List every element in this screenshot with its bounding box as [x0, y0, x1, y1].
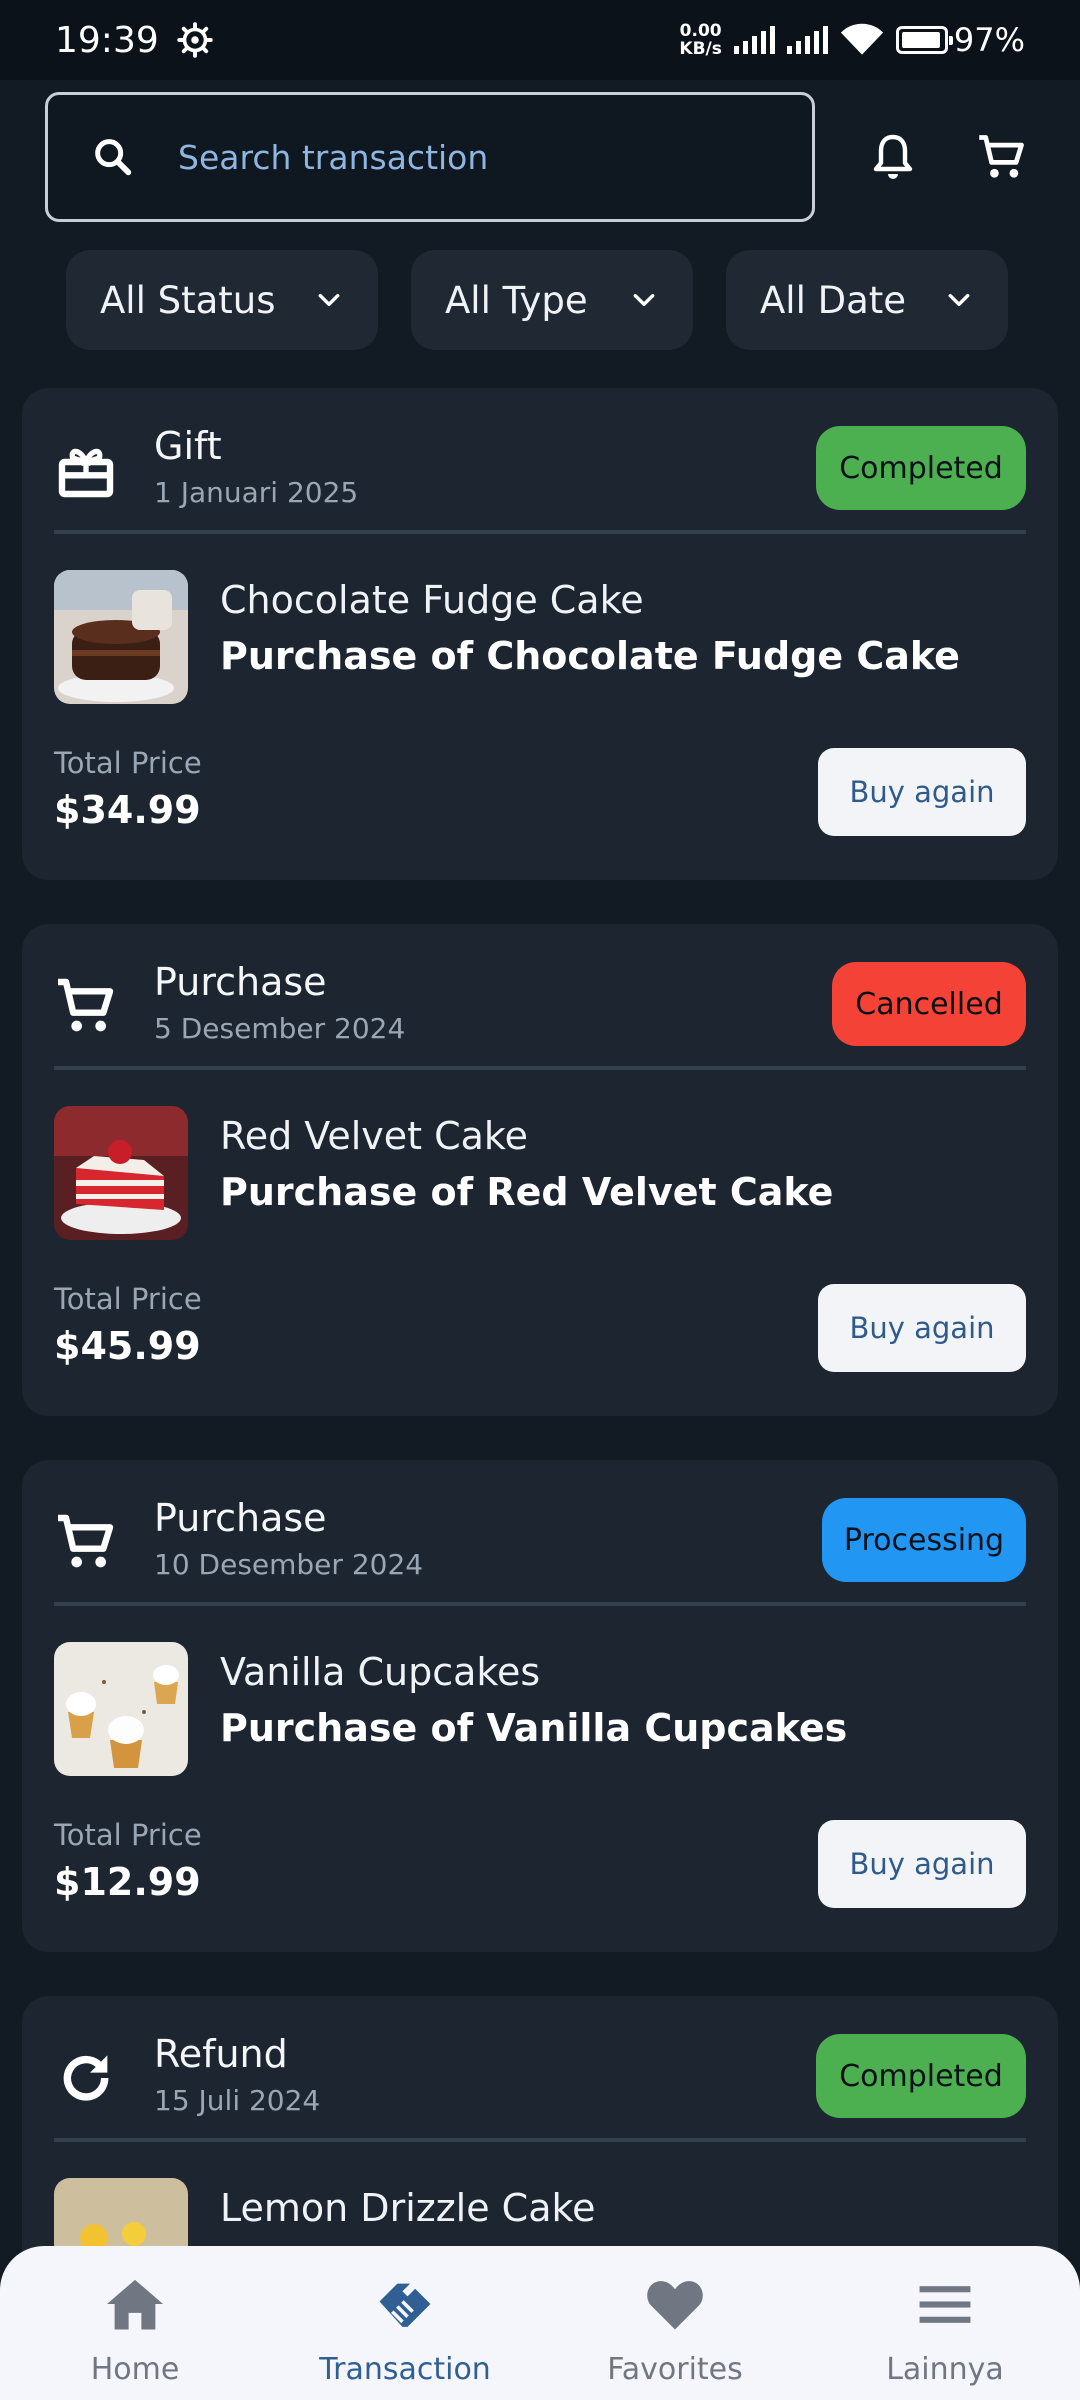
nav-transaction[interactable]: Transaction — [295, 2246, 515, 2400]
nav-favorites[interactable]: Favorites — [565, 2246, 785, 2400]
product-image — [54, 570, 188, 704]
transaction-card[interactable]: Gift 1 Januari 2025 Completed Chocolate … — [22, 388, 1058, 880]
product-name: Chocolate Fudge Cake — [220, 578, 644, 622]
buy-again-button[interactable]: Buy again — [818, 1820, 1026, 1908]
divider — [54, 1602, 1026, 1606]
nav-lainnya-label: Lainnya — [886, 2352, 1004, 2387]
status-badge: Cancelled — [832, 962, 1026, 1046]
status-bar: 19:39 0.00 KB/s 97% — [0, 0, 1080, 80]
bell-icon — [873, 134, 913, 179]
total-price: $45.99 — [54, 1324, 201, 1368]
gift-icon — [58, 448, 114, 498]
cart-icon — [58, 1514, 114, 1568]
date-filter-label: All Date — [760, 278, 907, 322]
transaction-type: Purchase — [154, 1496, 327, 1540]
search-input[interactable]: Search transaction — [45, 92, 815, 222]
battery-icon: 97% — [895, 21, 1025, 59]
signal-icon — [733, 26, 775, 54]
transaction-type: Refund — [154, 2032, 288, 2076]
transaction-date: 1 Januari 2025 — [154, 476, 359, 509]
type-filter-label: All Type — [445, 278, 588, 322]
transaction-date: 10 Desember 2024 — [154, 1548, 424, 1581]
total-price: $12.99 — [54, 1860, 201, 1904]
product-description: Purchase of Vanilla Cupcakes — [220, 1706, 848, 1750]
filter-bar: All Status All Type All Date — [0, 250, 1080, 350]
refresh-icon — [63, 2055, 109, 2101]
menu-icon — [919, 2286, 971, 2323]
transaction-date: 15 Juli 2024 — [154, 2084, 321, 2117]
transaction-type: Gift — [154, 424, 222, 468]
status-badge: Completed — [816, 426, 1026, 510]
status-filter-dropdown[interactable]: All Status — [66, 250, 378, 350]
product-description: Purchase of Red Velvet Cake — [220, 1170, 834, 1214]
product-image — [54, 1642, 188, 1776]
cart-icon — [979, 135, 1024, 178]
chevron-down-icon — [633, 293, 655, 307]
battery-level: 97% — [953, 21, 1025, 59]
transaction-card[interactable]: Purchase 10 Desember 2024 Processing Van… — [22, 1460, 1058, 1952]
signal-icon — [786, 26, 828, 54]
transaction-card[interactable]: Purchase 5 Desember 2024 Cancelled Red V… — [22, 924, 1058, 1416]
divider — [54, 2138, 1026, 2142]
wifi-icon — [840, 23, 883, 55]
product-description: Purchase of Chocolate Fudge Cake — [220, 634, 960, 678]
status-badge: Processing — [822, 1498, 1026, 1582]
transaction-date: 5 Desember 2024 — [154, 1012, 406, 1045]
product-name: Lemon Drizzle Cake — [220, 2186, 596, 2230]
buy-again-button[interactable]: Buy again — [818, 1284, 1026, 1372]
settings-status-icon — [177, 22, 213, 58]
cart-button[interactable] — [972, 122, 1032, 192]
nav-home[interactable]: Home — [25, 2246, 245, 2400]
date-filter-dropdown[interactable]: All Date — [726, 250, 1008, 350]
nav-transaction-label: Transaction — [319, 2352, 491, 2387]
chevron-down-icon — [948, 293, 970, 307]
transaction-type: Purchase — [154, 960, 327, 1004]
status-time: 19:39 — [55, 19, 159, 61]
nav-lainnya[interactable]: Lainnya — [835, 2246, 1055, 2400]
buy-again-button[interactable]: Buy again — [818, 748, 1026, 836]
divider — [54, 1066, 1026, 1070]
product-image — [54, 1106, 188, 1240]
notification-button[interactable] — [863, 122, 923, 192]
total-price-label: Total Price — [54, 1282, 202, 1316]
heart-icon — [647, 2281, 703, 2330]
divider — [54, 530, 1026, 534]
product-name: Red Velvet Cake — [220, 1114, 528, 1158]
total-price: $34.99 — [54, 788, 201, 832]
bottom-navigation: Home Transaction Favorites Lainnya — [0, 2246, 1080, 2400]
nav-home-label: Home — [90, 2352, 180, 2387]
cart-icon — [58, 978, 114, 1032]
chevron-down-icon — [318, 293, 340, 307]
total-price-label: Total Price — [54, 1818, 202, 1852]
total-price-label: Total Price — [54, 746, 202, 780]
search-placeholder: Search transaction — [178, 137, 489, 177]
nav-favorites-label: Favorites — [607, 2352, 743, 2387]
status-filter-label: All Status — [100, 278, 276, 322]
search-icon — [95, 139, 132, 176]
net-speed: 0.00 KB/s — [679, 21, 722, 59]
status-badge: Completed — [816, 2034, 1026, 2118]
home-icon — [107, 2279, 163, 2330]
handshake-icon — [379, 2283, 431, 2327]
product-name: Vanilla Cupcakes — [220, 1650, 541, 1694]
type-filter-dropdown[interactable]: All Type — [411, 250, 693, 350]
